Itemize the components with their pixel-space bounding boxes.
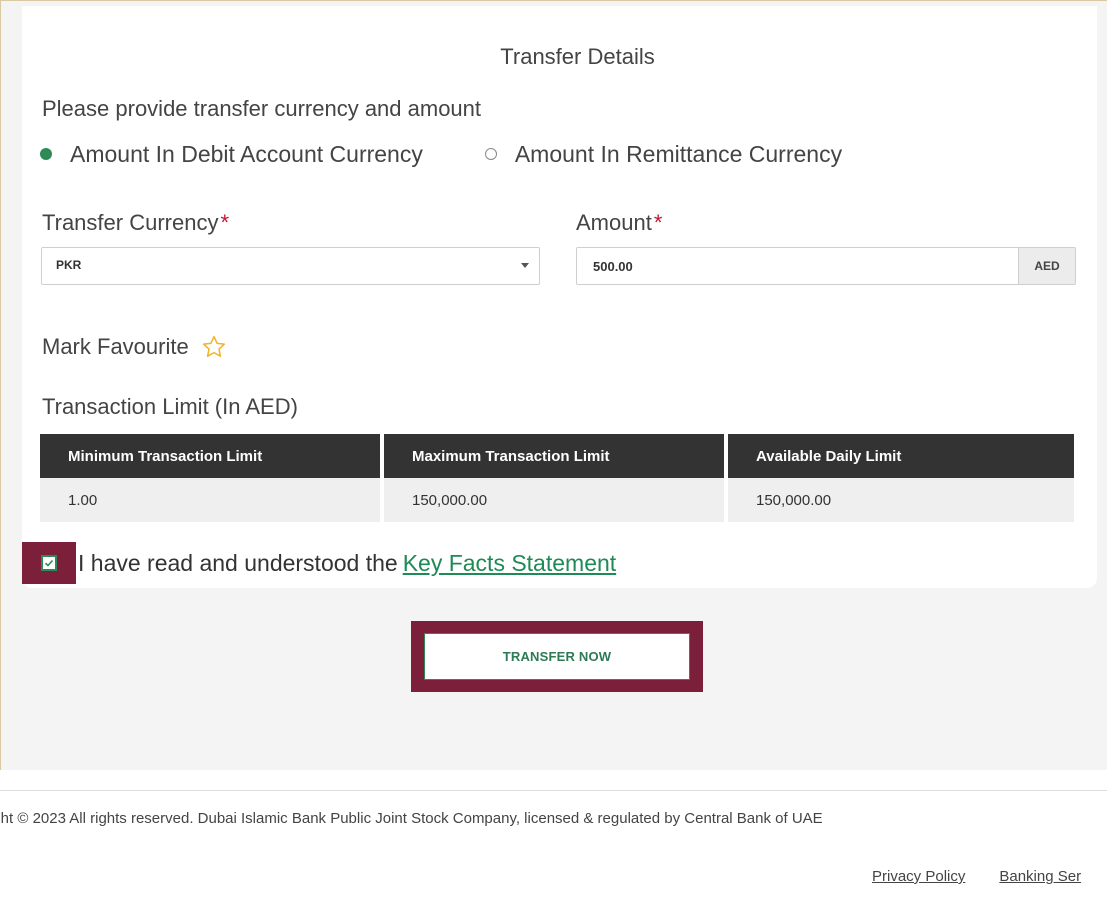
transaction-limits-table: Minimum Transaction Limit Maximum Transa…	[40, 434, 1074, 522]
maximum-limit-value: 150,000.00	[380, 478, 724, 522]
amount-field: AED	[576, 247, 1076, 285]
table-row: 1.00 150,000.00 150,000.00	[40, 478, 1074, 522]
radio-remittance-currency[interactable]: Amount In Remittance Currency	[484, 140, 843, 168]
copyright-text: right © 2023 All rights reserved. Dubai …	[0, 810, 823, 827]
available-daily-limit-value: 150,000.00	[724, 478, 1074, 522]
transfer-now-button[interactable]: TRANSFER NOW	[424, 633, 690, 680]
key-facts-checkbox[interactable]	[22, 542, 76, 584]
footer-divider	[0, 790, 1107, 791]
mark-favourite-row: Mark Favourite	[42, 330, 227, 364]
acknowledgement-row: I have read and understood the Key Facts…	[22, 542, 616, 584]
header-available-daily-limit: Available Daily Limit	[724, 434, 1074, 478]
radio-unselected-icon	[484, 148, 497, 160]
privacy-policy-link[interactable]: Privacy Policy	[872, 868, 965, 885]
required-marker: *	[220, 210, 230, 235]
minimum-limit-value: 1.00	[40, 478, 380, 522]
key-facts-statement-link[interactable]: Key Facts Statement	[403, 550, 616, 577]
radio-debit-currency-label: Amount In Debit Account Currency	[70, 140, 423, 167]
amount-label: Amount*	[576, 210, 662, 236]
radio-selected-icon	[40, 148, 52, 160]
star-outline-icon[interactable]	[201, 334, 227, 360]
transfer-currency-select[interactable]: PKR	[41, 247, 540, 285]
currency-prompt: Please provide transfer currency and amo…	[42, 96, 482, 121]
banking-services-link[interactable]: Banking Ser	[999, 868, 1081, 885]
chevron-down-icon	[521, 263, 529, 268]
checkmark-icon	[41, 555, 57, 571]
table-header-row: Minimum Transaction Limit Maximum Transa…	[40, 434, 1074, 478]
transfer-currency-label: Transfer Currency*	[42, 210, 229, 236]
amount-label-text: Amount	[576, 210, 652, 235]
amount-input[interactable]	[577, 248, 1018, 284]
radio-remittance-currency-label: Amount In Remittance Currency	[514, 140, 843, 167]
footer-links: Privacy Policy Banking Ser	[872, 868, 1081, 885]
mark-favourite-label: Mark Favourite	[42, 334, 189, 359]
amount-type-radio-group: Amount In Debit Account Currency Amount …	[40, 140, 842, 168]
section-title: Transfer Details	[500, 44, 655, 69]
transfer-currency-value: PKR	[56, 258, 82, 272]
radio-debit-currency[interactable]: Amount In Debit Account Currency	[40, 141, 423, 168]
transfer-currency-label-text: Transfer Currency	[42, 210, 219, 235]
header-maximum-limit: Maximum Transaction Limit	[380, 434, 724, 478]
acknowledgement-text: I have read and understood the	[78, 549, 398, 576]
required-marker: *	[653, 210, 663, 235]
amount-currency-addon: AED	[1018, 248, 1075, 284]
transfer-button-highlight: TRANSFER NOW	[411, 621, 703, 692]
header-minimum-limit: Minimum Transaction Limit	[40, 434, 380, 478]
transaction-limit-title: Transaction Limit (In AED)	[42, 394, 298, 419]
